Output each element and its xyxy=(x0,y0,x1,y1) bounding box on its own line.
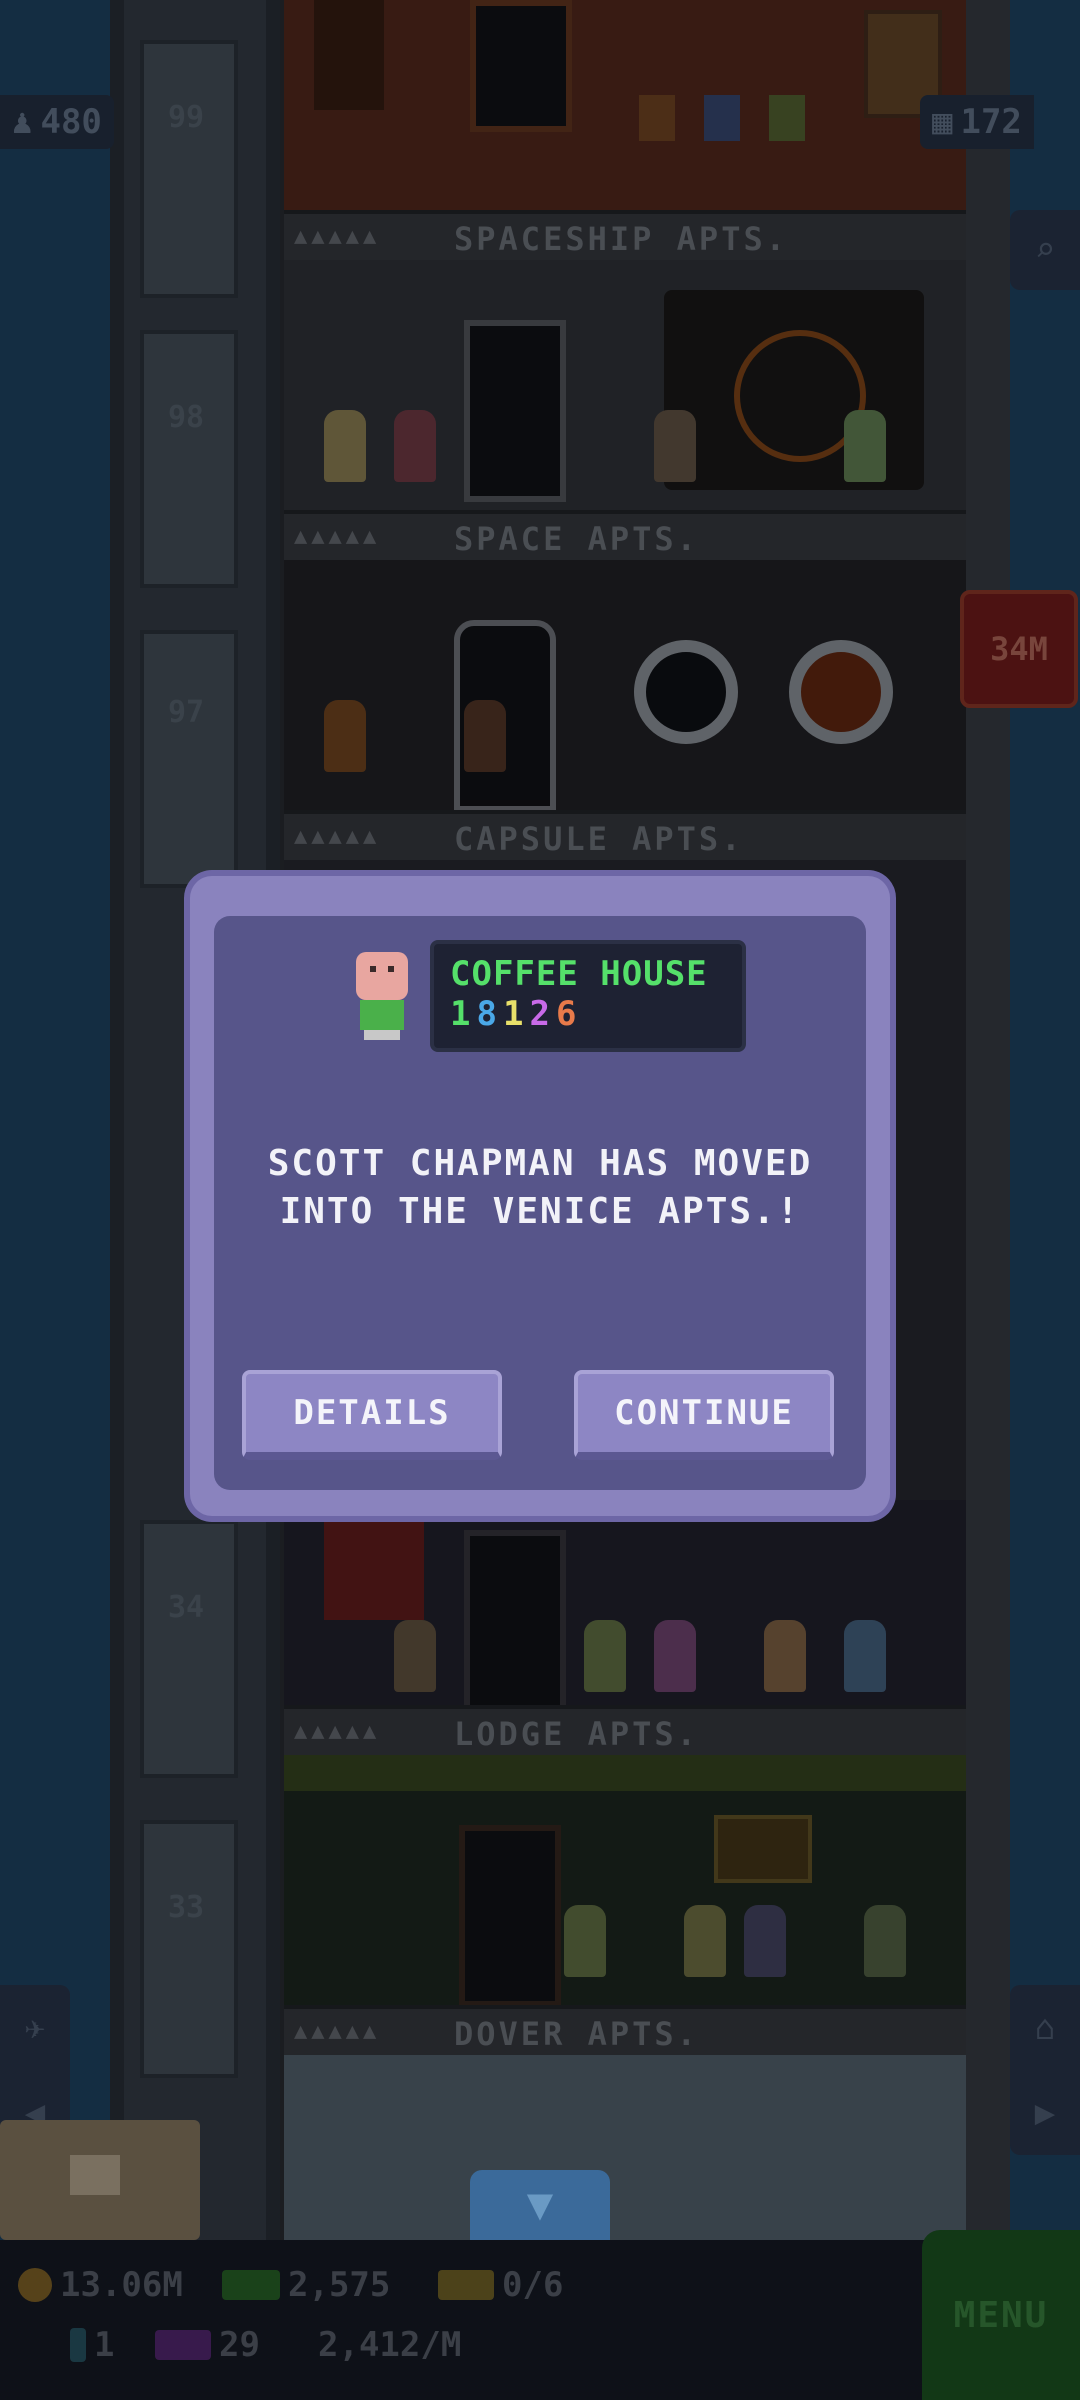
resident-avatar xyxy=(352,952,412,1042)
ticker-digit: 1 xyxy=(450,994,477,1034)
ticker-digit: 2 xyxy=(529,994,556,1034)
details-button[interactable]: DETAILS xyxy=(242,1370,502,1460)
message-line: INTO THE VENICE APTS.! xyxy=(279,1191,801,1232)
message-line: SCOTT CHAPMAN HAS MOVED xyxy=(267,1143,813,1184)
continue-button[interactable]: CONTINUE xyxy=(574,1370,834,1460)
avatar-head xyxy=(356,952,408,1000)
avatar-shirt xyxy=(360,1000,404,1030)
ticker-digits: 18126 xyxy=(450,994,582,1034)
avatar-eye xyxy=(370,966,376,972)
avatar-feet xyxy=(364,1030,400,1040)
ticker-digit: 8 xyxy=(476,994,503,1034)
ticker-digit: 6 xyxy=(555,994,583,1034)
business-name: COFFEE HOUSE xyxy=(450,954,708,994)
business-ticker: COFFEE HOUSE 18126 xyxy=(430,940,746,1052)
dialog-message: SCOTT CHAPMAN HAS MOVED INTO THE VENICE … xyxy=(220,1140,860,1236)
avatar-eye xyxy=(388,966,394,972)
ticker-digit: 1 xyxy=(502,994,530,1034)
